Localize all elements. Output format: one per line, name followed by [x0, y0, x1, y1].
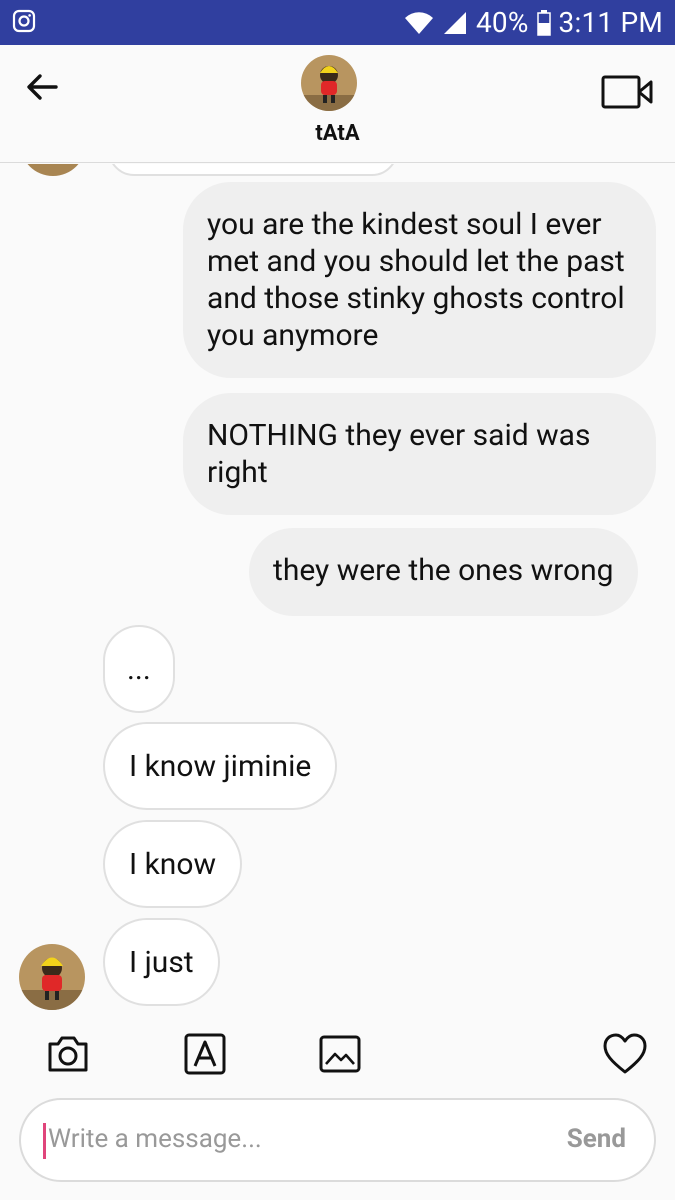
- instagram-icon: [12, 9, 36, 33]
- contact-avatar-small: [20, 164, 86, 176]
- back-arrow-icon[interactable]: [22, 67, 62, 107]
- status-bar: 40% 3:11 PM: [0, 0, 675, 45]
- message-text: I just: [129, 945, 194, 980]
- text-caret: [43, 1123, 46, 1159]
- message-text: I know jiminie: [129, 749, 312, 784]
- contact-avatar-small[interactable]: [19, 944, 85, 1010]
- contact-avatar[interactable]: [301, 55, 357, 111]
- camera-icon[interactable]: [44, 1030, 92, 1078]
- gallery-icon[interactable]: [316, 1030, 364, 1078]
- battery-percent: 40%: [475, 6, 529, 39]
- message-bubble-received[interactable]: ...: [103, 625, 175, 713]
- message-bubble-sent[interactable]: NOTHING they ever said was right: [183, 393, 656, 515]
- message-input-placeholder: Write a message...: [48, 1124, 262, 1154]
- wifi-icon: [404, 11, 433, 34]
- text-style-icon[interactable]: [181, 1030, 229, 1078]
- message-input[interactable]: Write a message... Send: [19, 1098, 656, 1182]
- message-bubble-received[interactable]: I know jiminie: [103, 722, 338, 810]
- message-bubble-partial: [108, 164, 398, 176]
- send-button[interactable]: Send: [567, 1124, 626, 1154]
- message-bubble-received[interactable]: I know: [103, 820, 243, 908]
- message-list[interactable]: you are the kindest soul I ever met and …: [0, 164, 675, 1014]
- message-text: NOTHING they ever said was right: [207, 418, 591, 490]
- signal-icon: [443, 11, 466, 34]
- contact-name[interactable]: tAtA: [0, 121, 675, 146]
- battery-icon: [536, 9, 551, 36]
- message-text: you are the kindest soul I ever met and …: [207, 207, 625, 353]
- clock: 3:11 PM: [558, 6, 663, 39]
- message-bubble-sent[interactable]: they were the ones wrong: [249, 528, 638, 616]
- video-call-icon[interactable]: [601, 73, 653, 111]
- conversation-header: tAtA: [0, 45, 675, 163]
- message-text: they were the ones wrong: [273, 553, 614, 588]
- message-bubble-received[interactable]: I just: [103, 918, 220, 1006]
- message-text: I know: [129, 847, 217, 882]
- composer-toolbar: [0, 1030, 675, 1086]
- message-bubble-sent[interactable]: you are the kindest soul I ever met and …: [183, 182, 656, 378]
- message-text: ...: [127, 652, 151, 687]
- heart-icon[interactable]: [601, 1030, 649, 1078]
